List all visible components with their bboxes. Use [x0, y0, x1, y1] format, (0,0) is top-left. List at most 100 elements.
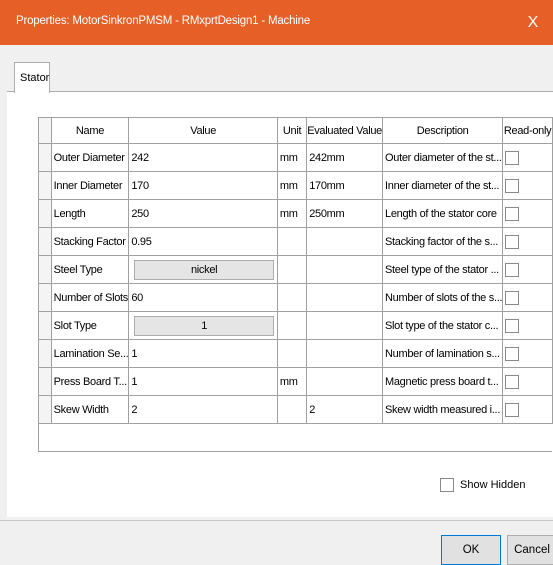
table-row[interactable]: Stacking Factor 0.95 Stacking factor of th…: [38, 227, 553, 256]
table-row[interactable]: Slot Type 1 Slot type of the stator c...: [38, 311, 553, 340]
read-only-checkbox[interactable]: [505, 234, 520, 249]
cell-evaluated-value: [306, 283, 383, 312]
table-row[interactable]: Press Board T... 1 mm Magnetic press board …: [38, 367, 553, 396]
cell-value[interactable]: 2: [128, 395, 278, 424]
cell-name: Skew Width: [50, 395, 130, 424]
cell-description: Steel type of the stator ...: [381, 255, 504, 284]
row-header[interactable]: [38, 227, 52, 256]
read-only-checkbox[interactable]: [505, 402, 520, 417]
column-header-read-only[interactable]: Read-only: [502, 117, 553, 144]
cell-read-only[interactable]: [502, 143, 553, 172]
cell-description: Stacking factor of the s...: [381, 227, 504, 256]
cell-evaluated-value: [306, 311, 383, 340]
read-only-checkbox[interactable]: [505, 262, 520, 277]
cell-unit[interactable]: mm: [276, 143, 308, 172]
read-only-checkbox[interactable]: [505, 178, 520, 193]
cell-read-only[interactable]: [502, 339, 553, 368]
cell-value[interactable]: 1: [128, 367, 278, 396]
cell-read-only[interactable]: [502, 395, 553, 424]
cell-unit[interactable]: [276, 311, 308, 340]
close-button[interactable]: X: [513, 0, 553, 45]
row-header[interactable]: [38, 199, 52, 228]
row-header[interactable]: [38, 395, 52, 424]
cell-value[interactable]: 1: [128, 339, 278, 368]
cell-value[interactable]: 60: [128, 283, 278, 312]
cell-unit[interactable]: mm: [276, 171, 308, 200]
column-header-evaluated-value[interactable]: Evaluated Value: [306, 117, 383, 144]
cell-unit[interactable]: [276, 283, 308, 312]
cell-description: Length of the stator core: [381, 199, 504, 228]
row-header[interactable]: [38, 143, 52, 172]
value-select-button[interactable]: 1: [134, 315, 274, 336]
cell-evaluated-value: [306, 227, 383, 256]
tab-stator[interactable]: Stator: [14, 62, 50, 93]
column-header-description[interactable]: Description: [381, 117, 504, 144]
cell-read-only[interactable]: [502, 227, 553, 256]
read-only-checkbox[interactable]: [505, 150, 520, 165]
cell-name: Steel Type: [50, 255, 130, 284]
cell-read-only[interactable]: [502, 367, 553, 396]
column-header-unit[interactable]: Unit: [276, 117, 308, 144]
cell-evaluated-value: 2: [306, 395, 383, 424]
read-only-checkbox[interactable]: [505, 206, 520, 221]
table-row[interactable]: Number of Slots 60 Number of slots of the …: [38, 283, 553, 312]
row-header[interactable]: [38, 339, 52, 368]
cell-name: Stacking Factor: [50, 227, 130, 256]
cell-name: Press Board T...: [50, 367, 130, 396]
table-row[interactable]: Inner Diameter 170 mm 170mm Inner diameter o…: [38, 171, 553, 200]
row-header[interactable]: [38, 171, 52, 200]
cell-unit[interactable]: [276, 227, 308, 256]
cell-value[interactable]: nickel: [128, 255, 278, 284]
cell-unit[interactable]: mm: [276, 199, 308, 228]
cell-value[interactable]: 0.95: [128, 227, 278, 256]
read-only-checkbox[interactable]: [505, 290, 520, 305]
row-header[interactable]: [38, 255, 52, 284]
cell-value[interactable]: 170: [128, 171, 278, 200]
cell-description: Number of slots of the s...: [381, 283, 504, 312]
cell-name: Slot Type: [50, 311, 130, 340]
cell-unit[interactable]: [276, 395, 308, 424]
cell-evaluated-value: [306, 339, 383, 368]
row-header[interactable]: [38, 311, 52, 340]
show-hidden-option[interactable]: Show Hidden: [440, 478, 525, 492]
table-row[interactable]: Length 250 mm 250mm Length of the stator cor…: [38, 199, 553, 228]
cell-read-only[interactable]: [502, 171, 553, 200]
cell-name: Number of Slots: [50, 283, 130, 312]
window-title: Properties: MotorSinkronPMSM - RMxprtDes…: [16, 15, 311, 27]
read-only-checkbox[interactable]: [505, 318, 520, 333]
cell-read-only[interactable]: [502, 311, 553, 340]
table-row[interactable]: Skew Width 2 2 Skew width measured i...: [38, 395, 553, 424]
cell-unit[interactable]: [276, 339, 308, 368]
cell-unit[interactable]: [276, 255, 308, 284]
column-header-value[interactable]: Value: [128, 117, 278, 144]
column-header-name[interactable]: Name: [50, 117, 130, 144]
cell-read-only[interactable]: [502, 255, 553, 284]
show-hidden-checkbox[interactable]: [440, 478, 454, 492]
cell-value[interactable]: 1: [128, 311, 278, 340]
cell-name: Inner Diameter: [50, 171, 130, 200]
table-row[interactable]: Steel Type nickel Steel type of the stator…: [38, 255, 553, 284]
cell-name: Length: [50, 199, 130, 228]
grid-header-row: Name Value Unit Evaluated Value Descript…: [38, 117, 553, 144]
value-select-button[interactable]: nickel: [134, 259, 274, 280]
cancel-button[interactable]: Cancel: [507, 535, 553, 565]
table-row[interactable]: Outer Diameter 242 mm 242mm Outer diameter o…: [38, 143, 553, 172]
cell-read-only[interactable]: [502, 283, 553, 312]
tab-stator-label: Stator: [20, 72, 50, 84]
row-header-corner: [38, 117, 52, 144]
cell-evaluated-value: [306, 255, 383, 284]
cell-read-only[interactable]: [502, 199, 553, 228]
ok-button[interactable]: OK: [441, 535, 501, 565]
cell-value[interactable]: 242: [128, 143, 278, 172]
row-header[interactable]: [38, 367, 52, 396]
cell-evaluated-value: 170mm: [306, 171, 383, 200]
read-only-checkbox[interactable]: [505, 374, 520, 389]
table-row[interactable]: Lamination Se... 1 Number of lamination s.…: [38, 339, 553, 368]
row-header[interactable]: [38, 283, 52, 312]
cell-name: Outer Diameter: [50, 143, 130, 172]
cell-unit[interactable]: mm: [276, 367, 308, 396]
title-bar: Properties: MotorSinkronPMSM - RMxprtDes…: [0, 0, 553, 45]
cell-value[interactable]: 250: [128, 199, 278, 228]
property-grid: Name Value Unit Evaluated Value Descript…: [38, 117, 553, 424]
read-only-checkbox[interactable]: [505, 346, 520, 361]
